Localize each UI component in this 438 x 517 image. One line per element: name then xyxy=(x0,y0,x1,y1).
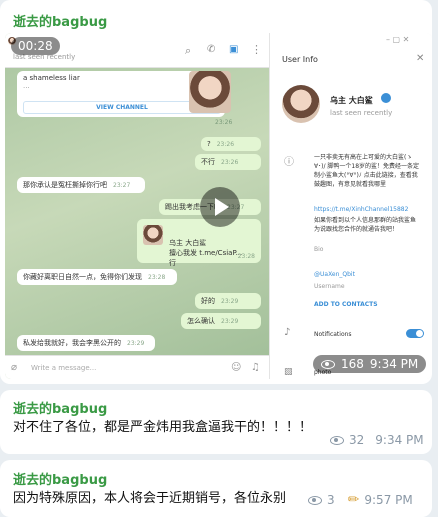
video-views-badge: 168 9:34 PM xyxy=(313,355,427,373)
message-text: 因为特殊原因，本人将会于近期销号，各位永别 xyxy=(13,491,287,506)
user-name: 乌主 大白鲨 xyxy=(330,96,373,105)
bio-label: Bio xyxy=(314,246,324,253)
panel-title: User Info xyxy=(282,55,318,64)
user-info-panel: User Info ✕ – ▢ ✕ 乌主 大白鲨 last seen recen… xyxy=(269,33,432,379)
play-button[interactable] xyxy=(200,187,240,227)
chat-bubble-reply: 乌主 大白鲨 擅心我发 t.me/CsiaP... 行 23:28 xyxy=(137,219,261,267)
avatar xyxy=(282,85,320,123)
bell-icon: ♪ xyxy=(284,327,291,338)
composer: ⌀ Write a message... ☺ ♫ xyxy=(5,355,269,379)
toggle-knob xyxy=(416,330,423,337)
photo-icon: ▧ xyxy=(284,367,293,377)
view-count: 168 xyxy=(341,357,364,371)
message-2: 逝去的bagbug 对不住了各位，都是严金炜用我盒逼我干的！！！！ 32 9:3… xyxy=(0,390,432,454)
message-time: 9:34 PM xyxy=(369,357,419,371)
chat-bubble-in: 私发给我就好，我会李黑公开的 23:29 xyxy=(17,335,155,351)
username[interactable]: @UaXen_Qbit xyxy=(314,271,355,278)
bubble-text: 你藏好离职日自然一点，免得你们发现 xyxy=(23,273,142,281)
edited-pencil-icon: ✏ xyxy=(347,492,360,508)
message-time: 23:26 xyxy=(215,119,233,126)
notifications-label: Notifications xyxy=(314,331,352,338)
message-sender[interactable]: 逝去的bagbug xyxy=(13,11,107,30)
eye-icon xyxy=(330,435,344,445)
bubble-text: 怎么确认 xyxy=(187,317,215,325)
chat-bubble-out: 不行 23:26 xyxy=(195,154,261,170)
bubble-time: 23:28 xyxy=(237,253,255,260)
message-time: 9:34 PM xyxy=(375,433,424,447)
phone-icon: ✆ xyxy=(207,44,216,55)
view-count: 32 xyxy=(349,433,365,447)
message-input[interactable]: Write a message... xyxy=(31,364,96,372)
video-player[interactable]: last seen recently ⌕ ✆ ▣ ⋮ a shameless l… xyxy=(5,33,432,379)
attach-icon: ⌀ xyxy=(11,362,18,373)
more-icon: ⋮ xyxy=(251,43,262,56)
bubble-text: 私发给我就好，我会李黑公开的 xyxy=(23,339,121,347)
message-time: 9:57 PM xyxy=(364,493,413,507)
bubble-time: 23:26 xyxy=(221,159,239,166)
message-sender[interactable]: 逝去的bagbug xyxy=(13,469,107,488)
bubble-text: 那你承认是冤枉撕掉你行吧 xyxy=(23,181,107,189)
eye-icon xyxy=(308,495,322,505)
bio-extra: 如果你看到以个人信息那群的站我鲨鱼为说跟找您合作的就通告我吧！ xyxy=(314,217,417,233)
window-controls: – ▢ ✕ xyxy=(386,35,410,44)
bubble-time: 23:29 xyxy=(221,298,239,305)
eye-icon xyxy=(321,359,335,369)
emoji-icon: ☺ xyxy=(231,362,242,373)
bio-link[interactable]: https://t.me/XinhChannel15882 xyxy=(314,206,424,213)
bubble-time: 23:29 xyxy=(221,318,239,325)
bubble-time: 23:28 xyxy=(148,274,166,281)
bubble-text: 好的 xyxy=(201,297,215,305)
close-icon: ✕ xyxy=(416,53,425,64)
message-meta: 32 9:34 PM xyxy=(330,433,424,447)
chat-bubble-in: 你藏好离职日自然一点，免得你们发现 23:28 xyxy=(17,269,177,285)
bubble-time: 23:27 xyxy=(113,182,131,189)
username-label: Username xyxy=(314,283,345,290)
chat-bubble-out: ? 23:26 xyxy=(201,137,261,151)
user-status: last seen recently xyxy=(330,109,393,117)
user-bio: 一只非卖无有高在上可爱的大白鲨(ゝ∀･)/ 脚鸭一个18岁的鲨！免费经一条定制小… xyxy=(314,154,420,188)
bubble-text: ? xyxy=(207,140,211,148)
chat-bubble-in: 那你承认是冤枉撕掉你行吧 23:27 xyxy=(17,177,145,193)
message-3: 逝去的bagbug 因为特殊原因，本人将会于近期销号，各位永别 3 ✏ 9:57… xyxy=(0,460,432,517)
message-meta: 3 ✏ 9:57 PM xyxy=(308,492,413,508)
message-text: 对不住了各位，都是严金炜用我盒逼我干的！！！！ xyxy=(13,420,313,435)
add-to-contacts-button[interactable]: ADD TO CONTACTS xyxy=(314,301,378,308)
bubble-text: 乌主 大白鲨 擅心我发 t.me/CsiaP... 行 xyxy=(169,239,243,267)
search-icon: ⌕ xyxy=(185,44,192,57)
info-icon: ⓘ xyxy=(284,157,294,168)
verified-icon xyxy=(381,93,391,103)
bubble-time: 23:26 xyxy=(216,141,235,148)
view-count: 3 xyxy=(327,493,335,507)
message-sender[interactable]: 逝去的bagbug xyxy=(13,398,107,417)
mic-icon: ♫ xyxy=(251,362,260,373)
avatar xyxy=(143,225,163,245)
avatar xyxy=(189,71,231,113)
bubble-text: 不行 xyxy=(201,158,215,166)
video-duration: 00:28 xyxy=(11,37,60,55)
message-1: 逝去的bagbug last seen recently ⌕ ✆ ▣ ⋮ a s… xyxy=(0,0,432,384)
bubble-time: 23:29 xyxy=(127,340,145,347)
sidebar-icon: ▣ xyxy=(229,44,239,55)
chat-bubble-out: 怎么确认 23:29 xyxy=(181,313,261,329)
chat-bubble-out: 好的 23:29 xyxy=(195,293,261,309)
notifications-toggle[interactable] xyxy=(406,329,424,338)
